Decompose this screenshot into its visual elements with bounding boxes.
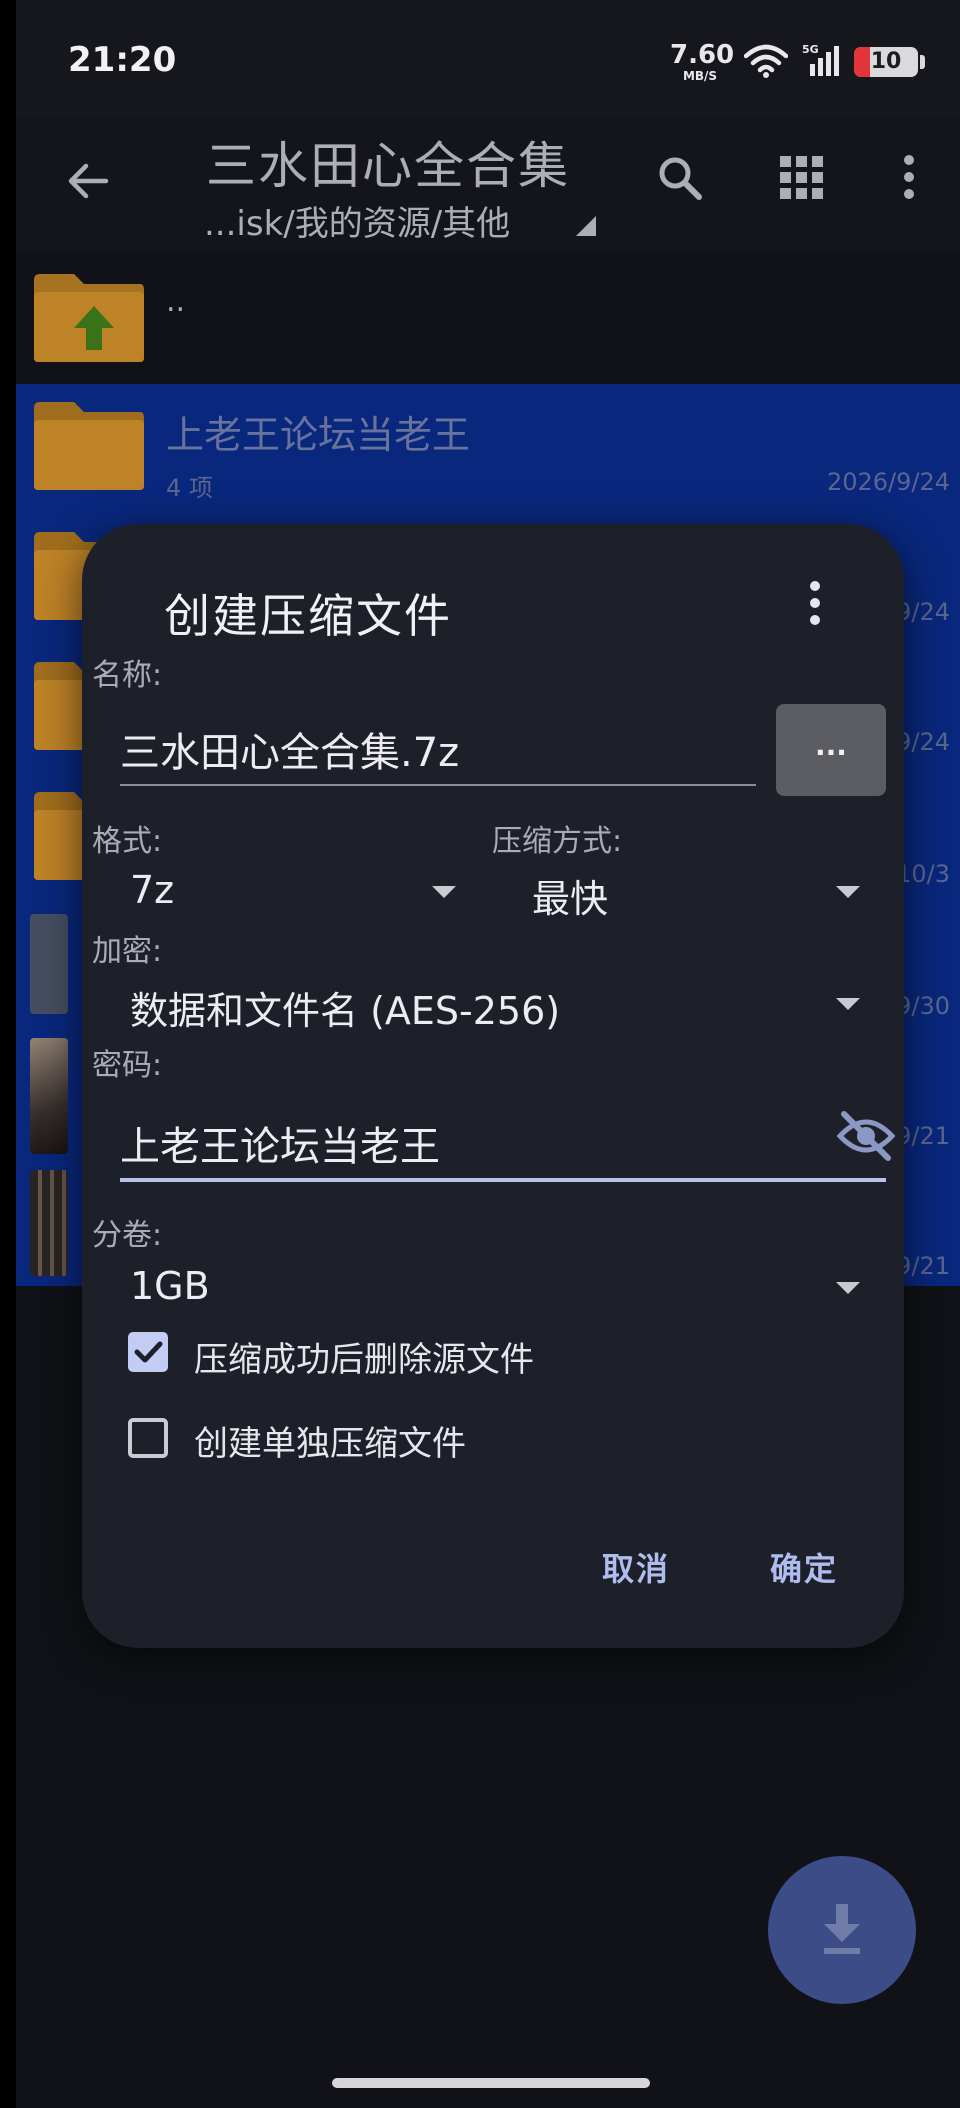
create-archive-dialog: 创建压缩文件 名称: 三水田心全合集.7z ... 格式: 7z 压缩方式: 最… — [82, 524, 904, 1648]
password-underline — [120, 1178, 886, 1182]
dialog-title: 创建压缩文件 — [164, 589, 452, 643]
compression-method-select[interactable]: 最快 — [532, 868, 608, 923]
status-time: 21:20 — [68, 40, 177, 80]
check-icon — [134, 1341, 163, 1363]
format-select[interactable]: 7z — [130, 868, 174, 912]
delete-source-checkbox[interactable] — [128, 1332, 168, 1372]
battery-tip — [920, 55, 925, 69]
signal-type-label: 5G — [802, 43, 819, 56]
split-volume-select[interactable]: 1GB — [130, 1264, 210, 1308]
dialog-more-options-icon[interactable] — [808, 580, 822, 630]
delete-source-label[interactable]: 压缩成功后删除源文件 — [194, 1332, 534, 1381]
archive-name-input[interactable]: 三水田心全合集.7z — [120, 720, 459, 778]
split-volume-label: 分卷: — [92, 1218, 163, 1253]
compression-method-dropdown-icon[interactable] — [836, 886, 860, 898]
browse-button[interactable]: ... — [776, 704, 886, 796]
encryption-select[interactable]: 数据和文件名 (AES-256) — [130, 980, 560, 1035]
separate-archives-label[interactable]: 创建单独压缩文件 — [194, 1416, 466, 1465]
network-speed-unit: MB/S — [682, 69, 718, 83]
split-volume-dropdown-icon[interactable] — [836, 1282, 860, 1294]
network-speed: 7.60 MB/S — [670, 40, 735, 83]
home-indicator[interactable] — [332, 2078, 650, 2088]
archive-name-underline — [120, 784, 756, 786]
format-dropdown-icon[interactable] — [432, 886, 456, 898]
download-icon — [824, 1904, 860, 1954]
battery-icon: 10 — [854, 47, 918, 77]
screen: 21:20 7.60 MB/S 5G 10 三水田心全合集 ...isk/我的资… — [16, 0, 960, 2108]
cancel-button[interactable]: 取消 — [602, 1544, 670, 1590]
network-speed-value: 7.60 — [670, 40, 735, 70]
password-input[interactable]: 上老王论坛当老王 — [120, 1114, 440, 1172]
wifi-icon — [743, 44, 789, 82]
name-label: 名称: — [92, 658, 163, 693]
encryption-dropdown-icon[interactable] — [836, 998, 860, 1010]
battery-percent: 10 — [870, 49, 902, 74]
encryption-label: 加密: — [92, 934, 163, 969]
visibility-off-icon[interactable] — [836, 1110, 896, 1166]
password-label: 密码: — [92, 1048, 163, 1083]
cellular-signal-icon: 5G — [802, 42, 842, 82]
compression-method-label: 压缩方式: — [492, 824, 623, 859]
download-fab[interactable] — [768, 1856, 916, 2004]
separate-archives-checkbox[interactable] — [128, 1418, 168, 1458]
status-bar: 21:20 7.60 MB/S 5G 10 — [16, 0, 960, 118]
format-label: 格式: — [92, 824, 163, 859]
ok-button[interactable]: 确定 — [770, 1544, 838, 1590]
